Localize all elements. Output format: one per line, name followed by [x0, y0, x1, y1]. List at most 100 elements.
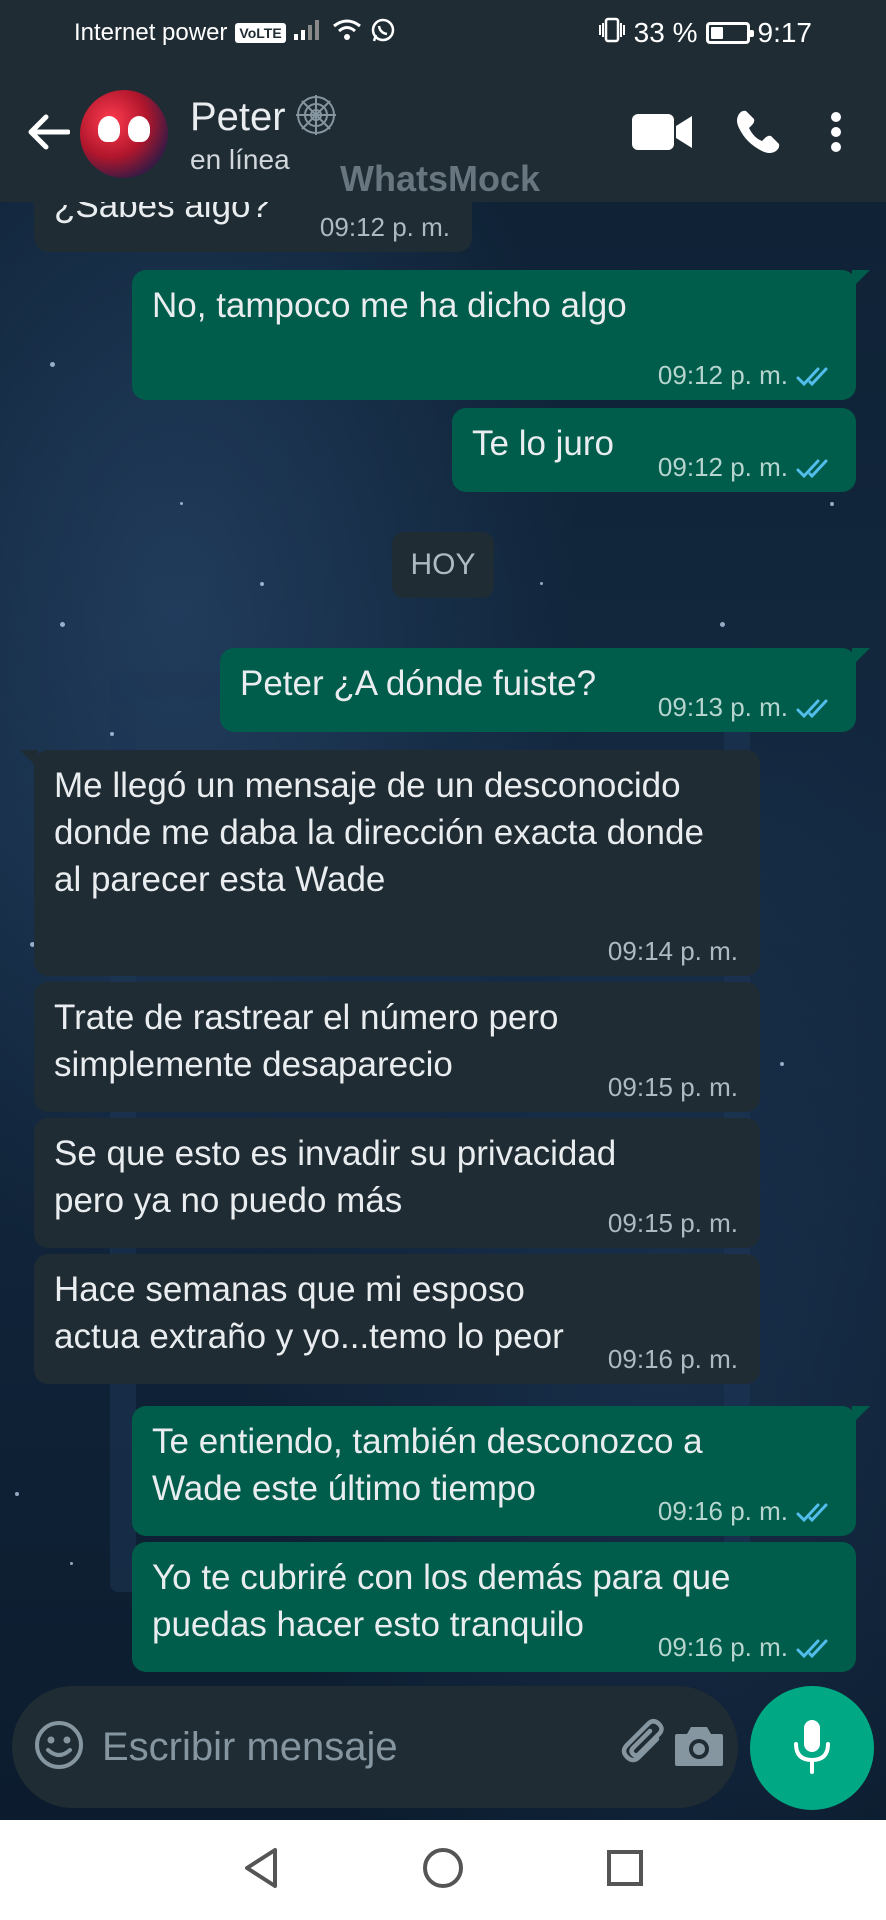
status-bar: Internet power VoLTE 33 % 9:17	[0, 0, 886, 66]
nav-home-button[interactable]	[408, 1835, 478, 1905]
microphone-icon	[792, 1718, 832, 1779]
volte-badge: VoLTE	[235, 23, 286, 43]
contact-status: en línea	[190, 143, 290, 175]
signal-icon	[293, 18, 324, 49]
message-time: 09:14 p. m.	[607, 936, 738, 966]
message-time: 09:16 p. m.	[607, 1344, 738, 1374]
message-meta: 09:12 p. m.	[320, 212, 450, 242]
battery-percent: 33 %	[633, 17, 698, 48]
message-meta: 09:14 p. m.	[608, 936, 738, 966]
double-check-read-icon	[796, 1500, 834, 1523]
status-right: 33 % 9:17	[598, 17, 812, 50]
date-chip: HOY	[392, 532, 494, 598]
whatsapp-notification-icon	[370, 17, 396, 50]
message-meta: 09:15 p. m.	[608, 1208, 738, 1238]
nav-back-button[interactable]	[226, 1835, 296, 1905]
more-options-button[interactable]	[806, 94, 866, 174]
message-bubble-incoming[interactable]: Hace semanas que mi esposo actua extraño…	[34, 1254, 760, 1384]
camera-button[interactable]	[673, 1711, 725, 1783]
vibrate-icon	[598, 17, 626, 50]
message-time: 09:13 p. m.	[657, 692, 788, 722]
message-text: Peter ¿A dónde fuiste?	[240, 664, 597, 703]
wallpaper-star	[830, 502, 834, 506]
arrow-left-icon	[26, 112, 71, 157]
voice-call-button[interactable]	[710, 94, 806, 174]
wallpaper-star	[540, 582, 543, 585]
bubble-tail	[20, 750, 38, 768]
double-check-read-icon	[796, 1636, 834, 1659]
phone-icon	[734, 108, 782, 161]
double-check-read-icon	[796, 696, 834, 719]
message-text: Trate de rastrear el número pero simplem…	[54, 998, 559, 1084]
square-recent-icon	[605, 1848, 645, 1893]
message-time: 09:12 p. m.	[319, 212, 450, 242]
message-meta: 09:16 p. m.	[608, 1344, 738, 1374]
emoji-button[interactable]	[34, 1719, 84, 1775]
clock: 9:17	[757, 17, 813, 48]
message-input[interactable]	[102, 1724, 617, 1770]
wallpaper-star	[15, 1492, 19, 1496]
message-time: 09:15 p. m.	[607, 1072, 738, 1102]
message-bubble-incoming[interactable]: Me llegó un mensaje de un desconocido do…	[20, 750, 760, 976]
wallpaper-star	[70, 1562, 73, 1565]
attach-button[interactable]	[617, 1711, 673, 1783]
carrier-label: Internet power	[74, 19, 228, 46]
wallpaper-star	[60, 622, 65, 627]
wallpaper-star	[50, 362, 55, 367]
wifi-icon	[332, 18, 362, 49]
message-meta: 09:16 p. m.	[658, 1632, 834, 1662]
paperclip-icon	[617, 1717, 673, 1778]
message-meta: 09:12 p. m.	[658, 452, 834, 482]
smiley-icon	[34, 1720, 84, 1775]
header-actions	[614, 94, 886, 174]
status-left: Internet power VoLTE	[74, 17, 396, 50]
video-call-button[interactable]	[614, 94, 710, 174]
message-bubble-outgoing[interactable]: Te entiendo, también desconozco a Wade e…	[132, 1406, 870, 1536]
double-check-read-icon	[796, 456, 834, 479]
message-composer	[12, 1686, 738, 1808]
system-nav-bar	[0, 1820, 886, 1920]
message-text: Se que esto es invadir su privacidad per…	[54, 1134, 617, 1220]
circle-home-icon	[421, 1846, 465, 1895]
contact-name: Peter	[190, 94, 286, 139]
bubble-tail	[852, 648, 870, 666]
message-text: Me llegó un mensaje de un desconocido do…	[54, 766, 704, 899]
wallpaper-star	[110, 732, 114, 736]
message-text: No, tampoco me ha dicho algo	[152, 286, 627, 325]
double-check-read-icon	[796, 364, 834, 387]
message-time: 09:16 p. m.	[657, 1496, 788, 1526]
message-time: 09:12 p. m.	[657, 452, 788, 482]
contact-info[interactable]: Peter en línea	[190, 93, 338, 176]
message-text: Te lo juro	[472, 424, 615, 463]
message-bubble-outgoing[interactable]: No, tampoco me ha dicho algo 09:12 p. m.	[132, 270, 870, 400]
bubble-tail	[852, 270, 870, 288]
more-vertical-icon	[830, 111, 842, 157]
video-camera-icon	[632, 113, 692, 155]
message-bubble-outgoing[interactable]: Peter ¿A dónde fuiste? 09:13 p. m.	[220, 648, 870, 732]
voice-message-button[interactable]	[750, 1686, 874, 1810]
message-text: Yo te cubriré con los demás para que pue…	[152, 1558, 731, 1644]
wallpaper-star	[260, 582, 264, 586]
nav-recent-button[interactable]	[590, 1835, 660, 1905]
camera-icon	[673, 1722, 725, 1773]
watermark: WhatsMock	[340, 158, 541, 199]
spider-web-icon	[294, 93, 338, 142]
message-bubble-outgoing[interactable]: Yo te cubriré con los demás para que pue…	[132, 1542, 856, 1672]
message-meta: 09:12 p. m.	[658, 360, 834, 390]
message-bubble-outgoing[interactable]: Te lo juro 09:12 p. m.	[452, 408, 856, 492]
wallpaper-star	[780, 1062, 784, 1066]
avatar[interactable]	[80, 90, 168, 178]
battery-icon	[705, 22, 754, 44]
bubble-tail	[852, 1406, 870, 1424]
message-time: 09:15 p. m.	[607, 1208, 738, 1238]
triangle-back-icon	[241, 1846, 281, 1895]
message-text: Hace semanas que mi esposo actua extraño…	[54, 1270, 564, 1356]
message-bubble-incoming[interactable]: Trate de rastrear el número pero simplem…	[34, 982, 760, 1112]
message-meta: 09:13 p. m.	[658, 692, 834, 722]
message-meta: 09:15 p. m.	[608, 1072, 738, 1102]
message-meta: 09:16 p. m.	[658, 1496, 834, 1526]
message-bubble-incoming[interactable]: Se que esto es invadir su privacidad per…	[34, 1118, 760, 1248]
message-time: 09:12 p. m.	[657, 360, 788, 390]
back-button[interactable]	[16, 102, 80, 166]
wallpaper-star	[180, 502, 183, 505]
